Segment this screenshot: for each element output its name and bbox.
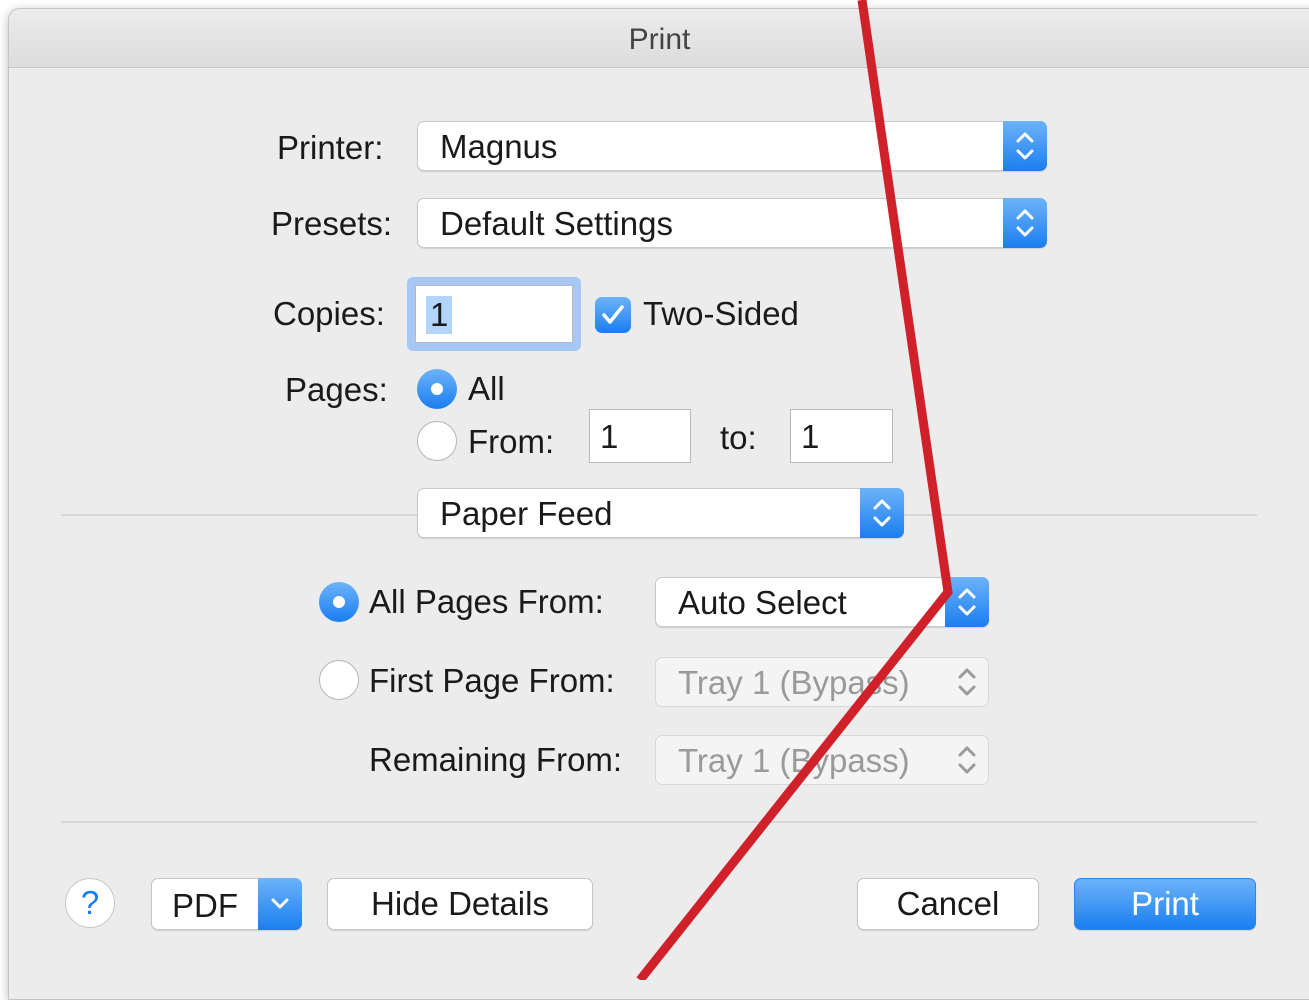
all-pages-stepper-icon (945, 577, 989, 627)
presets-value: Default Settings (440, 205, 673, 242)
printer-popup[interactable]: Magnus (417, 121, 1047, 171)
two-sided-checkbox[interactable] (595, 297, 631, 333)
pages-to-field[interactable]: 1 (790, 409, 893, 463)
pages-all-label: All (468, 370, 505, 407)
presets-label: Presets: (271, 205, 393, 242)
remaining-from-value: Tray 1 (Bypass) (678, 742, 910, 779)
presets-stepper-icon (1003, 198, 1047, 248)
printer-value: Magnus (440, 128, 558, 165)
section-stepper-icon (860, 488, 904, 538)
checkmark-icon (602, 305, 624, 324)
presets-popup[interactable]: Default Settings (417, 198, 1047, 248)
first-page-from-radio[interactable] (319, 660, 359, 700)
pages-to-value: 1 (801, 418, 820, 455)
print-button[interactable]: Print (1074, 878, 1256, 930)
remaining-stepper-icon (945, 735, 989, 785)
all-pages-from-radio[interactable] (319, 582, 359, 622)
first-page-from-popup[interactable]: Tray 1 (Bypass) (655, 657, 989, 707)
printer-stepper-icon (1003, 121, 1047, 171)
printer-label: Printer: (277, 129, 384, 166)
pages-to-label: to: (720, 419, 757, 456)
window-title: Print (628, 23, 691, 56)
copies-field[interactable]: 1 (415, 285, 573, 343)
pages-label: Pages: (285, 371, 388, 408)
pages-from-label: From: (468, 423, 555, 460)
copies-label: Copies: (273, 295, 385, 332)
section-popup[interactable]: Paper Feed (417, 488, 904, 538)
pages-from-radio[interactable] (417, 421, 457, 461)
copies-value: 1 (426, 296, 453, 334)
first-page-from-label: First Page From: (369, 662, 615, 699)
pdf-label: PDF (172, 887, 238, 924)
pdf-menu-button[interactable]: PDF (151, 878, 302, 930)
cancel-button[interactable]: Cancel (857, 878, 1039, 930)
pages-all-radio[interactable] (417, 369, 457, 409)
hide-details-button[interactable]: Hide Details (327, 878, 593, 930)
all-pages-from-value: Auto Select (678, 584, 847, 621)
print-dialog: Print Printer: Magnus Presets: Default S… (8, 8, 1309, 1000)
help-button[interactable]: ? (65, 878, 115, 928)
first-page-from-value: Tray 1 (Bypass) (678, 664, 910, 701)
all-pages-from-popup[interactable]: Auto Select (655, 577, 989, 627)
remaining-from-label: Remaining From: (369, 741, 623, 778)
remaining-from-popup[interactable]: Tray 1 (Bypass) (655, 735, 989, 785)
footer-separator (61, 821, 1257, 823)
title-bar: Print (9, 9, 1309, 68)
two-sided-label: Two-Sided (643, 295, 799, 332)
pages-from-value: 1 (600, 418, 619, 455)
section-popup-value: Paper Feed (440, 495, 613, 532)
chevron-down-icon (258, 878, 302, 930)
pages-from-field[interactable]: 1 (589, 409, 691, 463)
all-pages-from-label: All Pages From: (369, 583, 604, 620)
first-page-stepper-icon (945, 657, 989, 707)
